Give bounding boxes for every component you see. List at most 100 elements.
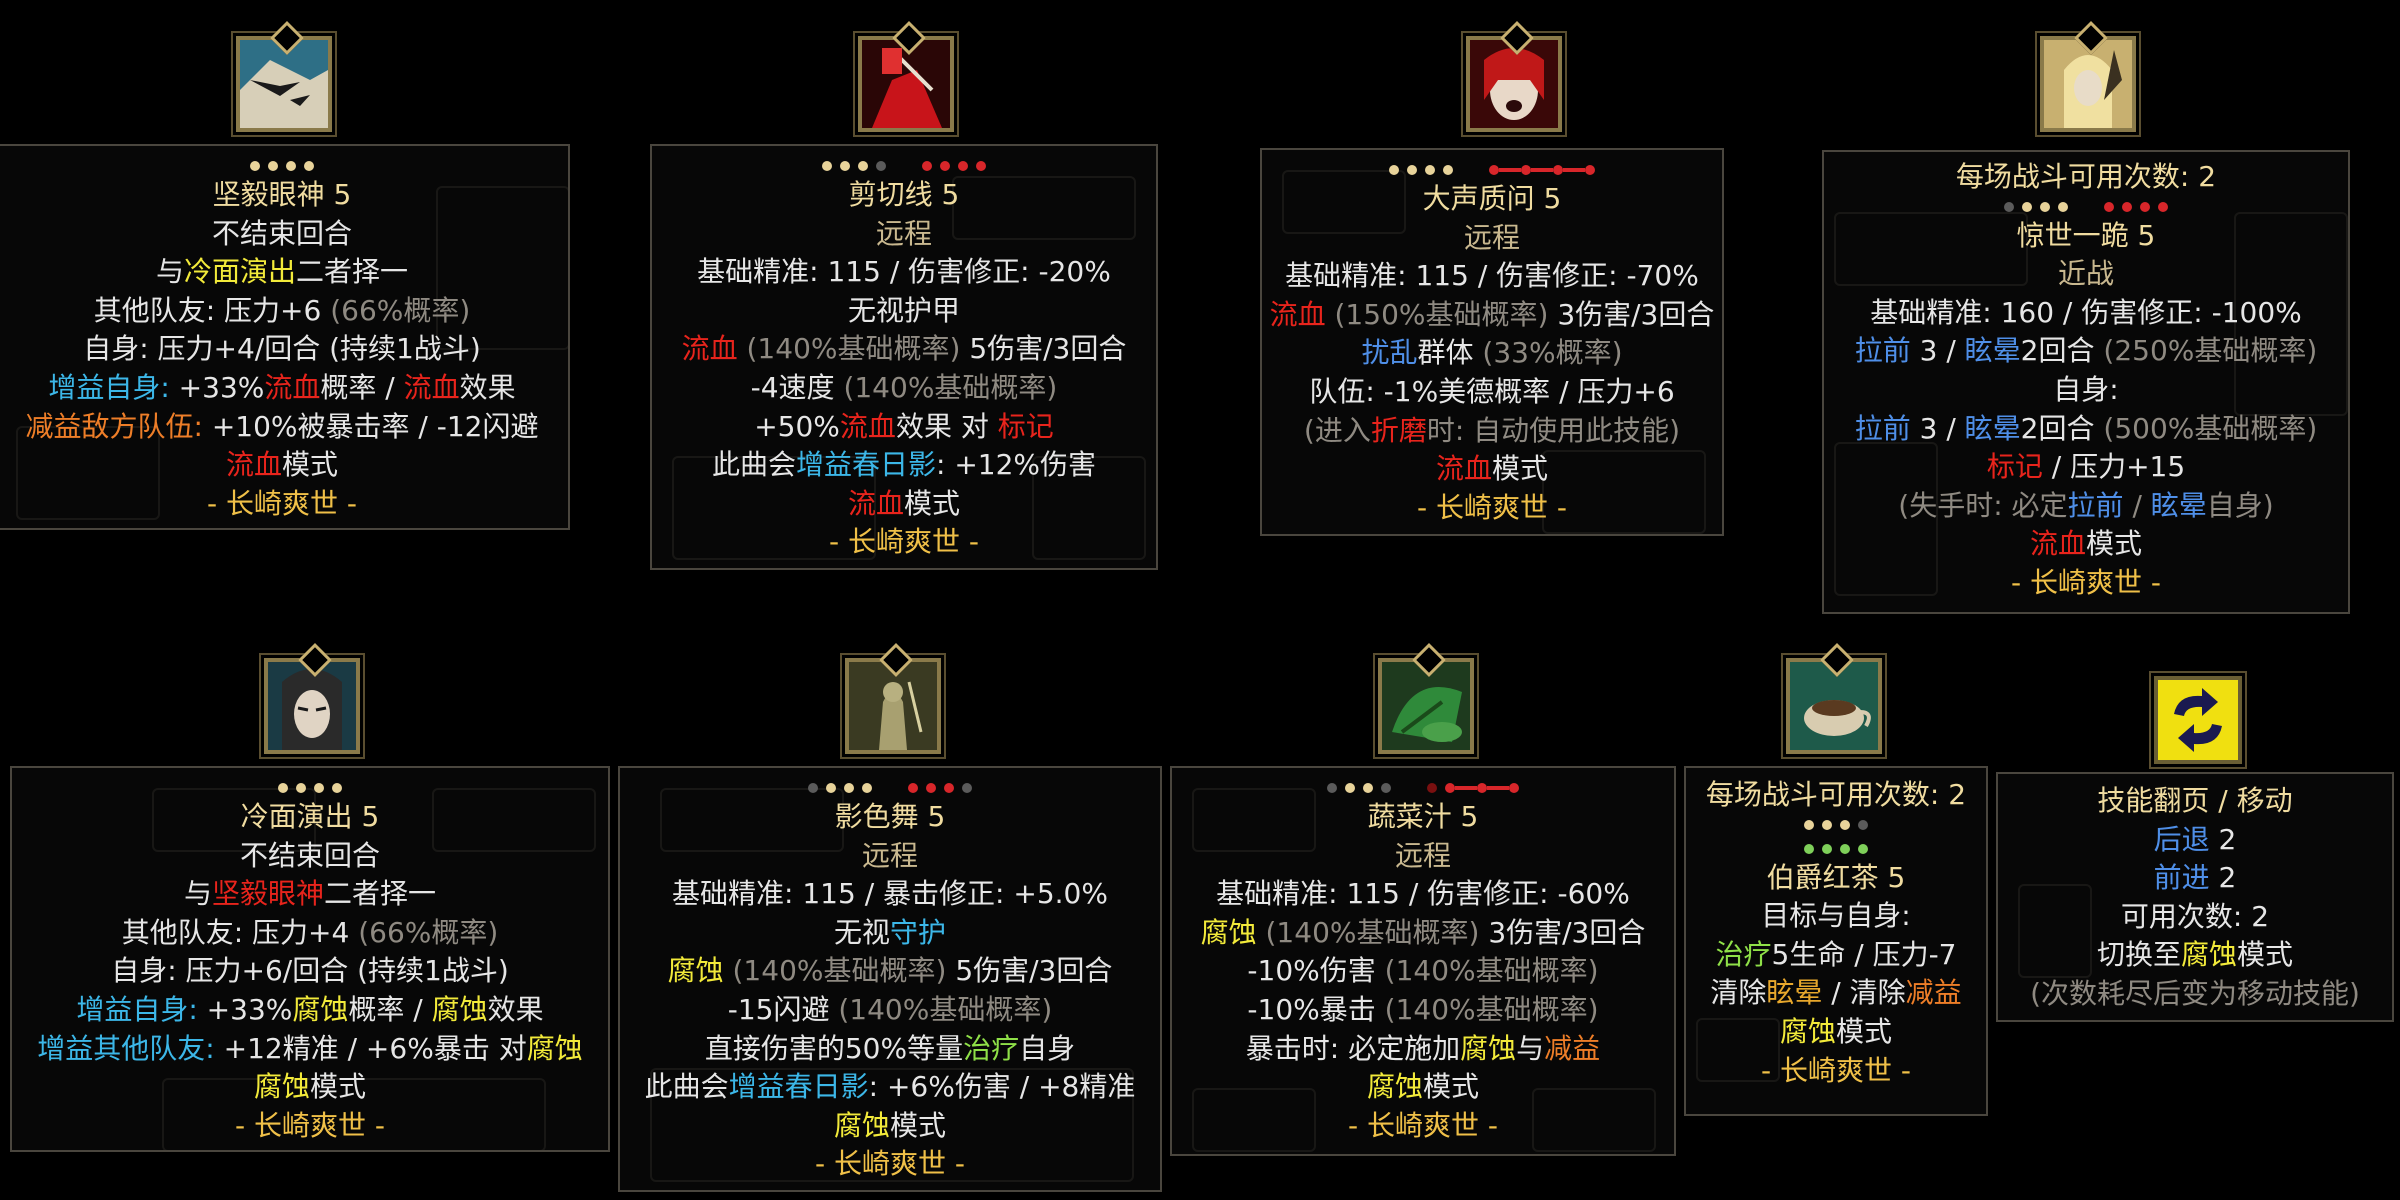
skill-line: 基础精准: 115 / 暴击修正: +5.0% (672, 877, 1108, 911)
skill-title: 冷面演出 5 (240, 800, 380, 833)
signature: - 长崎爽世 - (1416, 490, 1567, 524)
signature: - 长崎爽世 - (1347, 1108, 1498, 1142)
signature: - 长崎爽世 - (828, 525, 979, 559)
skill-line: 自身: 压力+6/回合 (持续1战斗) (111, 954, 509, 988)
target-pips (1692, 839, 1980, 859)
skill-tooltip-earl-grey-tea: 每场战斗可用次数: 2 伯爵红茶 5 目标与自身: 治疗5生命 / 压力-7 清… (1684, 766, 1988, 1116)
skill-tooltip-shadow-dance: 影色舞 5 远程 基础精准: 115 / 暴击修正: +5.0% 无视守护 腐蚀… (618, 766, 1162, 1192)
skill-mode: 腐蚀模式 (833, 1108, 947, 1142)
signature: - 长崎爽世 - (814, 1147, 965, 1181)
skill-line: 治疗5生命 / 压力-7 (1715, 937, 1957, 971)
skill-line: 增益自身: +33%流血概率 / 流血效果 (48, 370, 516, 404)
skill-line: 无视守护 (833, 915, 947, 949)
skill-mode: 流血模式 (847, 486, 961, 520)
signature: - 长崎爽世 - (234, 1108, 385, 1142)
skill-line: 基础精准: 160 / 伤害修正: -100% (1870, 295, 2302, 329)
skill-line: (失手时: 必定拉前 / 眩晕自身) (1898, 488, 2274, 522)
cold-performance-portrait-icon[interactable] (264, 643, 360, 754)
skill-type: 远程 (875, 216, 932, 250)
skill-mode: 腐蚀模式 (1779, 1014, 1893, 1048)
skill-title: 大声质问 5 (1422, 182, 1562, 215)
skill-line: 前进 2 (2153, 861, 2237, 895)
skill-line: 基础精准: 115 / 伤害修正: -20% (697, 255, 1111, 289)
skill-tooltip-vegetable-juice: 蔬菜汁 5 远程 基础精准: 115 / 伤害修正: -60% 腐蚀 (140%… (1170, 766, 1676, 1156)
signature: - 长崎爽世 - (2010, 565, 2161, 599)
skill-line: 无视护甲 (847, 293, 960, 327)
loud-question-portrait-icon[interactable] (1466, 21, 1562, 132)
skill-tooltip-cut-line: 剪切线 5 远程 基础精准: 115 / 伤害修正: -20% 无视护甲 流血 … (650, 144, 1158, 570)
skill-title: 影色舞 5 (834, 800, 946, 833)
skill-line: 可用次数: 2 (2120, 899, 2270, 933)
skill-line: -10%暴击 (140%基础概率) (1247, 992, 1599, 1026)
shadow-dance-portrait-icon[interactable] (845, 643, 941, 754)
earl-grey-tea-icon[interactable] (1786, 643, 1882, 754)
skill-line: 此曲会增益春日影: +12%伤害 (711, 448, 1097, 482)
position-pips (626, 778, 1154, 798)
cut-line-portrait-icon[interactable] (858, 21, 954, 132)
position-pips (18, 778, 602, 798)
skill-line: 其他队友: 压力+4 (66%概率) (121, 915, 499, 949)
skill-title: 剪切线 5 (848, 178, 960, 211)
vegetable-juice-icon[interactable] (1378, 643, 1474, 754)
skill-mode: 流血模式 (225, 448, 339, 482)
swap-arrows-icon[interactable] (2154, 676, 2242, 764)
position-pips (658, 156, 1150, 176)
stern-gaze-portrait-icon[interactable] (236, 21, 332, 132)
skill-tooltip-cold-performance: 冷面演出 5 不结束回合 与坚毅眼神二者择一 其他队友: 压力+4 (66%概率… (10, 766, 610, 1152)
skill-line: 自身: 压力+4/回合 (持续1战斗) (83, 332, 481, 366)
skill-line: (进入折磨时: 自动使用此技能) (1303, 413, 1681, 447)
skill-mode: 腐蚀模式 (1366, 1070, 1480, 1104)
skill-line: +50%流血效果 对 标记 (754, 409, 1054, 443)
skill-mode: 流血模式 (1435, 452, 1549, 486)
skill-line: 后退 2 (2153, 822, 2237, 856)
position-pips (1830, 197, 2342, 217)
skill-type: 远程 (1394, 838, 1451, 872)
signature: - 长崎爽世 - (1760, 1053, 1911, 1087)
skill-line: 直接伤害的50%等量治疗自身 (704, 1031, 1076, 1065)
skill-line: 基础精准: 115 / 伤害修正: -60% (1216, 877, 1630, 911)
skill-mode: 腐蚀模式 (253, 1070, 367, 1104)
skill-line: 自身: (2053, 372, 2119, 406)
skill-line: 流血 (150%基础概率) 3伤害/3回合 (1269, 297, 1715, 331)
skill-line: -10%伤害 (140%基础概率) (1247, 954, 1599, 988)
skill-title: 蔬菜汁 5 (1367, 800, 1479, 833)
skill-line: 拉前 3 / 眩晕2回合 (500%基础概率) (1854, 411, 2318, 445)
skill-mode: 流血模式 (2029, 527, 2143, 561)
position-pips (1178, 778, 1668, 798)
position-pips (1268, 160, 1716, 180)
skill-tooltip-loud-question: 大声质问 5 远程 基础精准: 115 / 伤害修正: -70% 流血 (150… (1260, 148, 1724, 536)
skill-line: 此曲会增益春日影: +6%伤害 / +8精准 (644, 1070, 1136, 1104)
skill-line: 暴击时: 必定施加腐蚀与减益 (1245, 1031, 1601, 1065)
skill-line: 清除眩晕 / 清除减益 (1710, 976, 1962, 1010)
skill-type: 近战 (2057, 257, 2114, 291)
skill-title: 伯爵红茶 5 (1766, 860, 1906, 894)
skill-line: -15闪避 (140%基础概率) (727, 992, 1053, 1026)
skill-line: 增益自身: +33%腐蚀概率 / 腐蚀效果 (76, 992, 544, 1026)
skill-line: 其他队友: 压力+6 (66%概率) (93, 293, 471, 327)
skill-line: 不结束回合 (239, 838, 380, 872)
skill-line: 腐蚀 (140%基础概率) 3伤害/3回合 (1200, 915, 1646, 949)
skill-line: 减益敌方队伍: +10%被暴击率 / -12闪避 (25, 409, 539, 443)
skill-line: -4速度 (140%基础概率) (750, 370, 1058, 404)
skill-line: 与冷面演出二者择一 (155, 255, 409, 289)
skill-line: 与坚毅眼神二者择一 (183, 877, 437, 911)
skill-line: 增益其他队友: +12精准 / +6%暴击 对腐蚀 (37, 1031, 583, 1065)
skill-tooltip-kneel: 每场战斗可用次数: 2 惊世一跪 5 近战 基础精准: 160 / 伤害修正: … (1822, 150, 2350, 614)
skill-tooltip-stern-gaze: 坚毅眼神 5 不结束回合 与冷面演出二者择一 其他队友: 压力+6 (66%概率… (0, 144, 570, 530)
kneel-portrait-icon[interactable] (2040, 21, 2136, 132)
skill-title: 坚毅眼神 5 (212, 178, 352, 211)
skill-line: 拉前 3 / 眩晕2回合 (250%基础概率) (1854, 334, 2318, 368)
position-pips (1692, 815, 1980, 835)
skill-line: 不结束回合 (211, 216, 352, 250)
position-pips (2, 156, 562, 176)
skill-line: 标记 / 压力+15 (1986, 450, 2186, 484)
skill-line: 基础精准: 115 / 伤害修正: -70% (1285, 259, 1699, 293)
skill-uses: 每场战斗可用次数: 2 (1705, 778, 1967, 811)
skill-line: 扰乱群体 (33%概率) (1361, 336, 1623, 370)
skill-line: 切换至腐蚀模式 (2096, 938, 2294, 972)
skill-type: 远程 (861, 838, 918, 872)
skill-title: 惊世一跪 5 (2016, 218, 2156, 252)
skill-line: 目标与自身: (1761, 899, 1911, 933)
skill-line: 队伍: -1%美德概率 / 压力+6 (1309, 374, 1675, 408)
skill-title: 技能翻页 / 移动 (2097, 784, 2293, 817)
